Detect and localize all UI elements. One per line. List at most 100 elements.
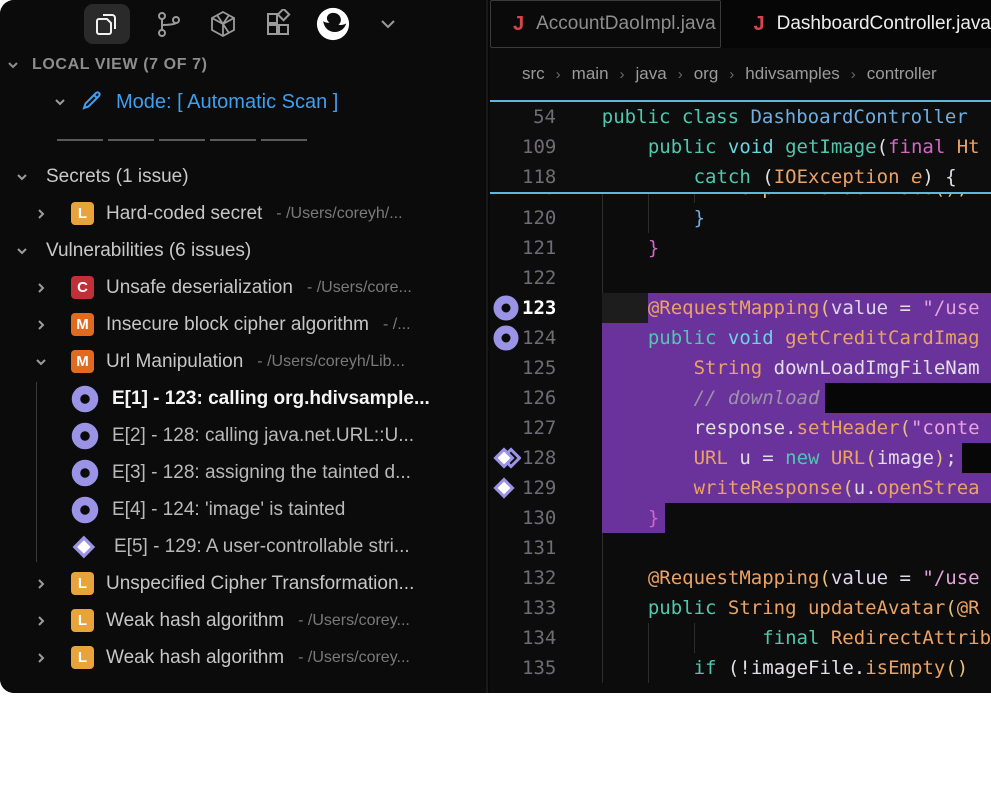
issue-row[interactable]: MUrl Manipulation- /Users/coreyh/Lib... xyxy=(0,343,486,380)
code-text: // download xyxy=(556,383,819,413)
scan-mode-row[interactable]: Mode: [ Automatic Scan ] xyxy=(0,82,486,122)
breadcrumb-item[interactable]: hdivsamples xyxy=(745,64,840,84)
code-text: final RedirectAttribu xyxy=(556,623,991,653)
severity-badge: L xyxy=(71,202,94,225)
pencil-icon xyxy=(80,88,104,117)
event-row[interactable]: E[5] - 129: A user-controllable stri... xyxy=(0,528,486,565)
issue-row[interactable]: LWeak hash algorithm- /Users/corey... xyxy=(0,639,486,676)
code-text: } xyxy=(556,503,659,533)
issue-path: - /Users/coreyh/... xyxy=(276,205,402,223)
breadcrumb-item[interactable]: org xyxy=(694,64,719,84)
code-line-127[interactable]: 127response.setHeader("conte xyxy=(490,413,991,443)
severity-badge: L xyxy=(71,609,94,632)
code-line-131[interactable]: 131 xyxy=(490,533,991,563)
breadcrumb-item[interactable]: src xyxy=(522,64,545,84)
breadcrumb-item[interactable]: java xyxy=(636,64,667,84)
tab-accountdaoimpl[interactable]: J AccountDaoImpl.java xyxy=(490,0,721,48)
code-line-123[interactable]: 123@RequestMapping(value = "/use xyxy=(490,293,991,323)
scan-mode-label: Mode: [ Automatic Scan ] xyxy=(116,91,338,114)
code-line-126[interactable]: 126// download xyxy=(490,383,991,413)
chevron-right-icon xyxy=(33,613,49,629)
code-line-118[interactable]: 118catch (IOException e) { xyxy=(490,162,991,192)
line-number: 109 xyxy=(522,132,556,162)
extensions-icon[interactable] xyxy=(261,7,295,41)
code-text: @RequestMapping(value = "/use xyxy=(556,293,979,323)
severity-badge: L xyxy=(71,646,94,669)
local-view-header[interactable]: LOCAL VIEW (7 OF 7) xyxy=(0,48,486,82)
issue-row[interactable]: LUnspecified Cipher Transformation... xyxy=(0,565,486,602)
code-line-130[interactable]: 130} xyxy=(490,503,991,533)
line-number: 132 xyxy=(522,563,556,593)
gutter-diamond2-icon[interactable] xyxy=(490,443,522,473)
code-text: public String updateAvatar(@R xyxy=(556,593,979,623)
code-line-134[interactable]: 134final RedirectAttribu xyxy=(490,623,991,653)
issue-row[interactable]: LWeak hash algorithm- /Users/corey... xyxy=(0,602,486,639)
event-row[interactable]: E[2] - 128: calling java.net.URL::U... xyxy=(0,417,486,454)
tree-section-vulnerabilities[interactable]: Vulnerabilities (6 issues) xyxy=(0,232,486,269)
code-line-133[interactable]: 133public String updateAvatar(@R xyxy=(490,593,991,623)
code-line-135[interactable]: 135if (!imageFile.isEmpty() xyxy=(490,653,991,683)
issue-row[interactable]: LHard-coded secret- /Users/coreyh/... xyxy=(0,195,486,232)
breadcrumb[interactable]: src›main›java›org›hdivsamples›controller xyxy=(490,48,991,100)
code-line-125[interactable]: 125String downLoadImgFileNam xyxy=(490,353,991,383)
code-line-109[interactable]: 109public void getImage(final Ht xyxy=(490,132,991,162)
severity-badge: M xyxy=(71,313,94,336)
code-line-124[interactable]: 124public void getCreditCardImag xyxy=(490,323,991,353)
issue-path: - /Users/core... xyxy=(307,279,412,297)
blackduck-logo[interactable] xyxy=(316,7,350,41)
code-line-54[interactable]: 54public class DashboardController xyxy=(490,102,991,132)
line-number: 126 xyxy=(522,383,556,413)
code-line-121[interactable]: 121} xyxy=(490,233,991,263)
line-number: 120 xyxy=(522,203,556,233)
issue-title: Insecure block cipher algorithm xyxy=(106,314,369,336)
code-line-129[interactable]: 129writeResponse(u.openStrea xyxy=(490,473,991,503)
sticky-scroll[interactable]: 54public class DashboardController109pub… xyxy=(490,100,991,194)
issue-title: Weak hash algorithm xyxy=(106,647,284,669)
tab-bar: J AccountDaoImpl.java J DashboardControl… xyxy=(490,0,991,48)
redacted-overlay xyxy=(962,443,991,473)
package-cube-icon[interactable] xyxy=(206,7,240,41)
gutter-donut-icon[interactable] xyxy=(490,294,522,322)
indent-guide xyxy=(602,533,603,563)
breadcrumb-item[interactable]: main xyxy=(572,64,609,84)
code-line-120[interactable]: 120} xyxy=(490,203,991,233)
breadcrumb-separator-icon: › xyxy=(729,66,734,83)
tree-section-secrets[interactable]: Secrets (1 issue) xyxy=(0,158,486,195)
issue-row[interactable]: C Unsafe deserialization - /Users/core... xyxy=(0,269,486,306)
event-row[interactable]: E[3] - 128: assigning the tainted d... xyxy=(0,454,486,491)
code-text: @RequestMapping(value = "/use xyxy=(556,563,979,593)
gutter-diamond-icon[interactable] xyxy=(490,473,522,503)
code-editor[interactable]: 119e.printStackTrace();120}121}122123@Re… xyxy=(490,100,991,693)
breadcrumb-item[interactable]: controller xyxy=(867,64,937,84)
line-number: 127 xyxy=(522,413,556,443)
event-row[interactable]: E[1] - 123: calling org.hdivsample... xyxy=(0,380,486,417)
line-number: 133 xyxy=(522,593,556,623)
tab-dashboardcontroller[interactable]: J DashboardController.java xyxy=(753,0,991,48)
issue-title: Unsafe deserialization xyxy=(106,277,293,299)
editor-group: J AccountDaoImpl.java J DashboardControl… xyxy=(490,0,991,693)
line-number: 118 xyxy=(522,162,556,192)
line-number: 54 xyxy=(522,102,556,132)
line-number: 128 xyxy=(522,443,556,473)
event-label: E[1] - 123: calling org.hdivsample... xyxy=(112,388,430,410)
security-sidebar: LOCAL VIEW (7 OF 7) Mode: [ Automatic Sc… xyxy=(0,0,488,693)
tab-label: AccountDaoImpl.java xyxy=(536,13,716,35)
line-number: 135 xyxy=(522,653,556,683)
code-text: } xyxy=(556,233,659,263)
line-number: 129 xyxy=(522,473,556,503)
code-line-122[interactable]: 122 xyxy=(490,263,991,293)
files-icon[interactable] xyxy=(84,4,130,44)
activity-bar xyxy=(0,0,486,48)
code-line-132[interactable]: 132@RequestMapping(value = "/use xyxy=(490,563,991,593)
severity-badge: C xyxy=(71,276,94,299)
issue-row[interactable]: MInsecure block cipher algorithm- /... xyxy=(0,306,486,343)
source-control-icon[interactable] xyxy=(151,7,185,41)
java-file-icon: J xyxy=(753,13,764,36)
breadcrumb-separator-icon: › xyxy=(620,66,625,83)
section-label: Secrets (1 issue) xyxy=(46,166,189,188)
issue-title: Url Manipulation xyxy=(106,351,243,373)
gutter-donut-icon[interactable] xyxy=(490,324,522,352)
code-line-128[interactable]: 128URL u = new URL(image); xyxy=(490,443,991,473)
toolbar-chevron-down-icon[interactable] xyxy=(371,7,405,41)
event-row[interactable]: E[4] - 124: 'image' is tainted xyxy=(0,491,486,528)
